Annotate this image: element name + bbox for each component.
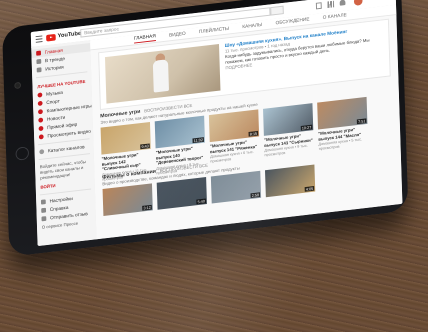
main-content: ГЛАВНАЯ ВИДЕО ПЛЕЙЛИСТЫ КАНАЛЫ ОБСУЖДЕНИЕ О К…: [90, 4, 403, 240]
tablet-screen: YouTube Введите запрос Главная В тренде …: [30, 0, 403, 247]
tab-item[interactable]: ВИДЕО: [169, 31, 186, 39]
video-thumbnail[interactable]: 4:05: [265, 164, 316, 198]
video-duration: 4:05: [304, 186, 315, 192]
feedback-icon: [41, 216, 47, 222]
sidebar-item-label: Спорт: [46, 98, 60, 106]
video-card[interactable]: 2:58: [210, 170, 262, 206]
apps-grid-icon[interactable]: [327, 0, 335, 9]
hamburger-menu-icon[interactable]: [35, 35, 43, 43]
video-duration: 10:27: [300, 124, 313, 131]
logo-text: YouTube: [57, 30, 82, 40]
video-duration: 7:51: [357, 118, 367, 125]
channel-icon: [37, 92, 43, 98]
tab-item[interactable]: КАНАЛЫ: [242, 22, 262, 30]
history-icon: [36, 67, 42, 73]
video-thumbnail[interactable]: 2:58: [210, 170, 262, 204]
sidebar-item-label: Каталог каналов: [47, 143, 85, 154]
camera-icon: [14, 81, 22, 90]
video-thumbnail[interactable]: 5:40: [156, 177, 207, 210]
video-duration: 3:12: [142, 204, 152, 211]
video-thumbnail[interactable]: 8:15: [208, 109, 260, 143]
sidebar: Главная В тренде История ЛУЧШЕЕ НА YOUTU…: [31, 40, 98, 247]
catalog-icon: [39, 149, 45, 155]
channel-icon: [38, 125, 44, 132]
settings-icon: [40, 199, 46, 205]
video-thumbnail[interactable]: 9:43: [100, 121, 151, 155]
play-logo-icon: [46, 33, 56, 42]
video-duration: 11:02: [192, 137, 205, 144]
notifications-bell-icon[interactable]: [339, 0, 346, 6]
channel-icon: [38, 117, 44, 123]
video-card[interactable]: 5:40: [156, 177, 207, 212]
channel-icon: [37, 100, 43, 106]
video-thumbnail[interactable]: 11:02: [154, 115, 205, 149]
signin-button[interactable]: ВОЙТИ: [40, 183, 55, 189]
photo-scene: YouTube Введите запрос Главная В тренде …: [0, 0, 428, 332]
video-thumbnail[interactable]: 3:12: [102, 183, 153, 217]
tab-item[interactable]: ПЛЕЙЛИСТЫ: [199, 26, 229, 35]
video-duration: 5:40: [196, 198, 206, 205]
tablet-device: YouTube Введите запрос Главная В тренде …: [2, 0, 409, 257]
video-duration: 2:58: [250, 192, 261, 199]
youtube-logo[interactable]: YouTube: [46, 30, 82, 42]
sidebar-item-label: История: [45, 64, 64, 72]
trending-icon: [36, 58, 42, 65]
video-duration: 8:15: [248, 130, 259, 137]
featured-video-player[interactable]: [104, 43, 221, 104]
home-button[interactable]: [15, 146, 30, 161]
home-icon: [36, 50, 42, 56]
tab-item[interactable]: ОБСУЖДЕНИЕ: [276, 17, 310, 26]
help-icon: [41, 207, 47, 213]
tab-item[interactable]: ГЛАВНАЯ: [133, 33, 156, 44]
channel-icon: [38, 134, 44, 140]
upload-icon[interactable]: [315, 2, 322, 10]
channel-icon: [38, 109, 43, 115]
video-card[interactable]: 4:05: [265, 164, 316, 200]
signin-prompt: Войдите сейчас, чтобы видеть свои каналы…: [39, 159, 86, 181]
presenter-figure: [152, 59, 169, 93]
video-duration: 9:43: [140, 143, 150, 150]
tab-item[interactable]: О КАНАЛЕ: [323, 12, 347, 20]
video-thumbnail[interactable]: 7:51: [317, 96, 368, 130]
video-card[interactable]: 3:12: [102, 183, 153, 218]
video-thumbnail[interactable]: 10:27: [263, 103, 314, 136]
avatar[interactable]: [353, 0, 363, 6]
search-button[interactable]: [270, 5, 284, 16]
